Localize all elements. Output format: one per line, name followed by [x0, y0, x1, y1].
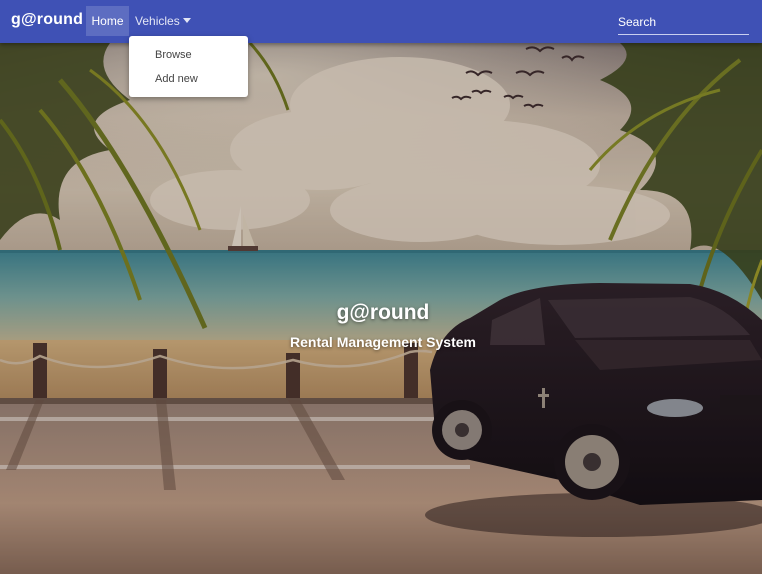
- vehicles-dropdown-menu: Browse Add new: [129, 36, 248, 97]
- hero-subtitle: Rental Management System: [290, 334, 476, 350]
- search-input[interactable]: [618, 10, 749, 35]
- navbar: g@round Home Vehicles: [0, 0, 762, 43]
- nav-vehicles[interactable]: Vehicles: [135, 6, 180, 36]
- dropdown-item-add-new[interactable]: Add new: [155, 73, 198, 85]
- nav-home[interactable]: Home: [86, 6, 129, 36]
- dropdown-item-browse[interactable]: Browse: [155, 49, 192, 61]
- chevron-down-icon[interactable]: [183, 18, 191, 23]
- hero-banner: g@round Rental Management System: [0, 43, 762, 574]
- brand-logo[interactable]: g@round: [11, 11, 83, 29]
- hero-title: g@round: [336, 301, 430, 324]
